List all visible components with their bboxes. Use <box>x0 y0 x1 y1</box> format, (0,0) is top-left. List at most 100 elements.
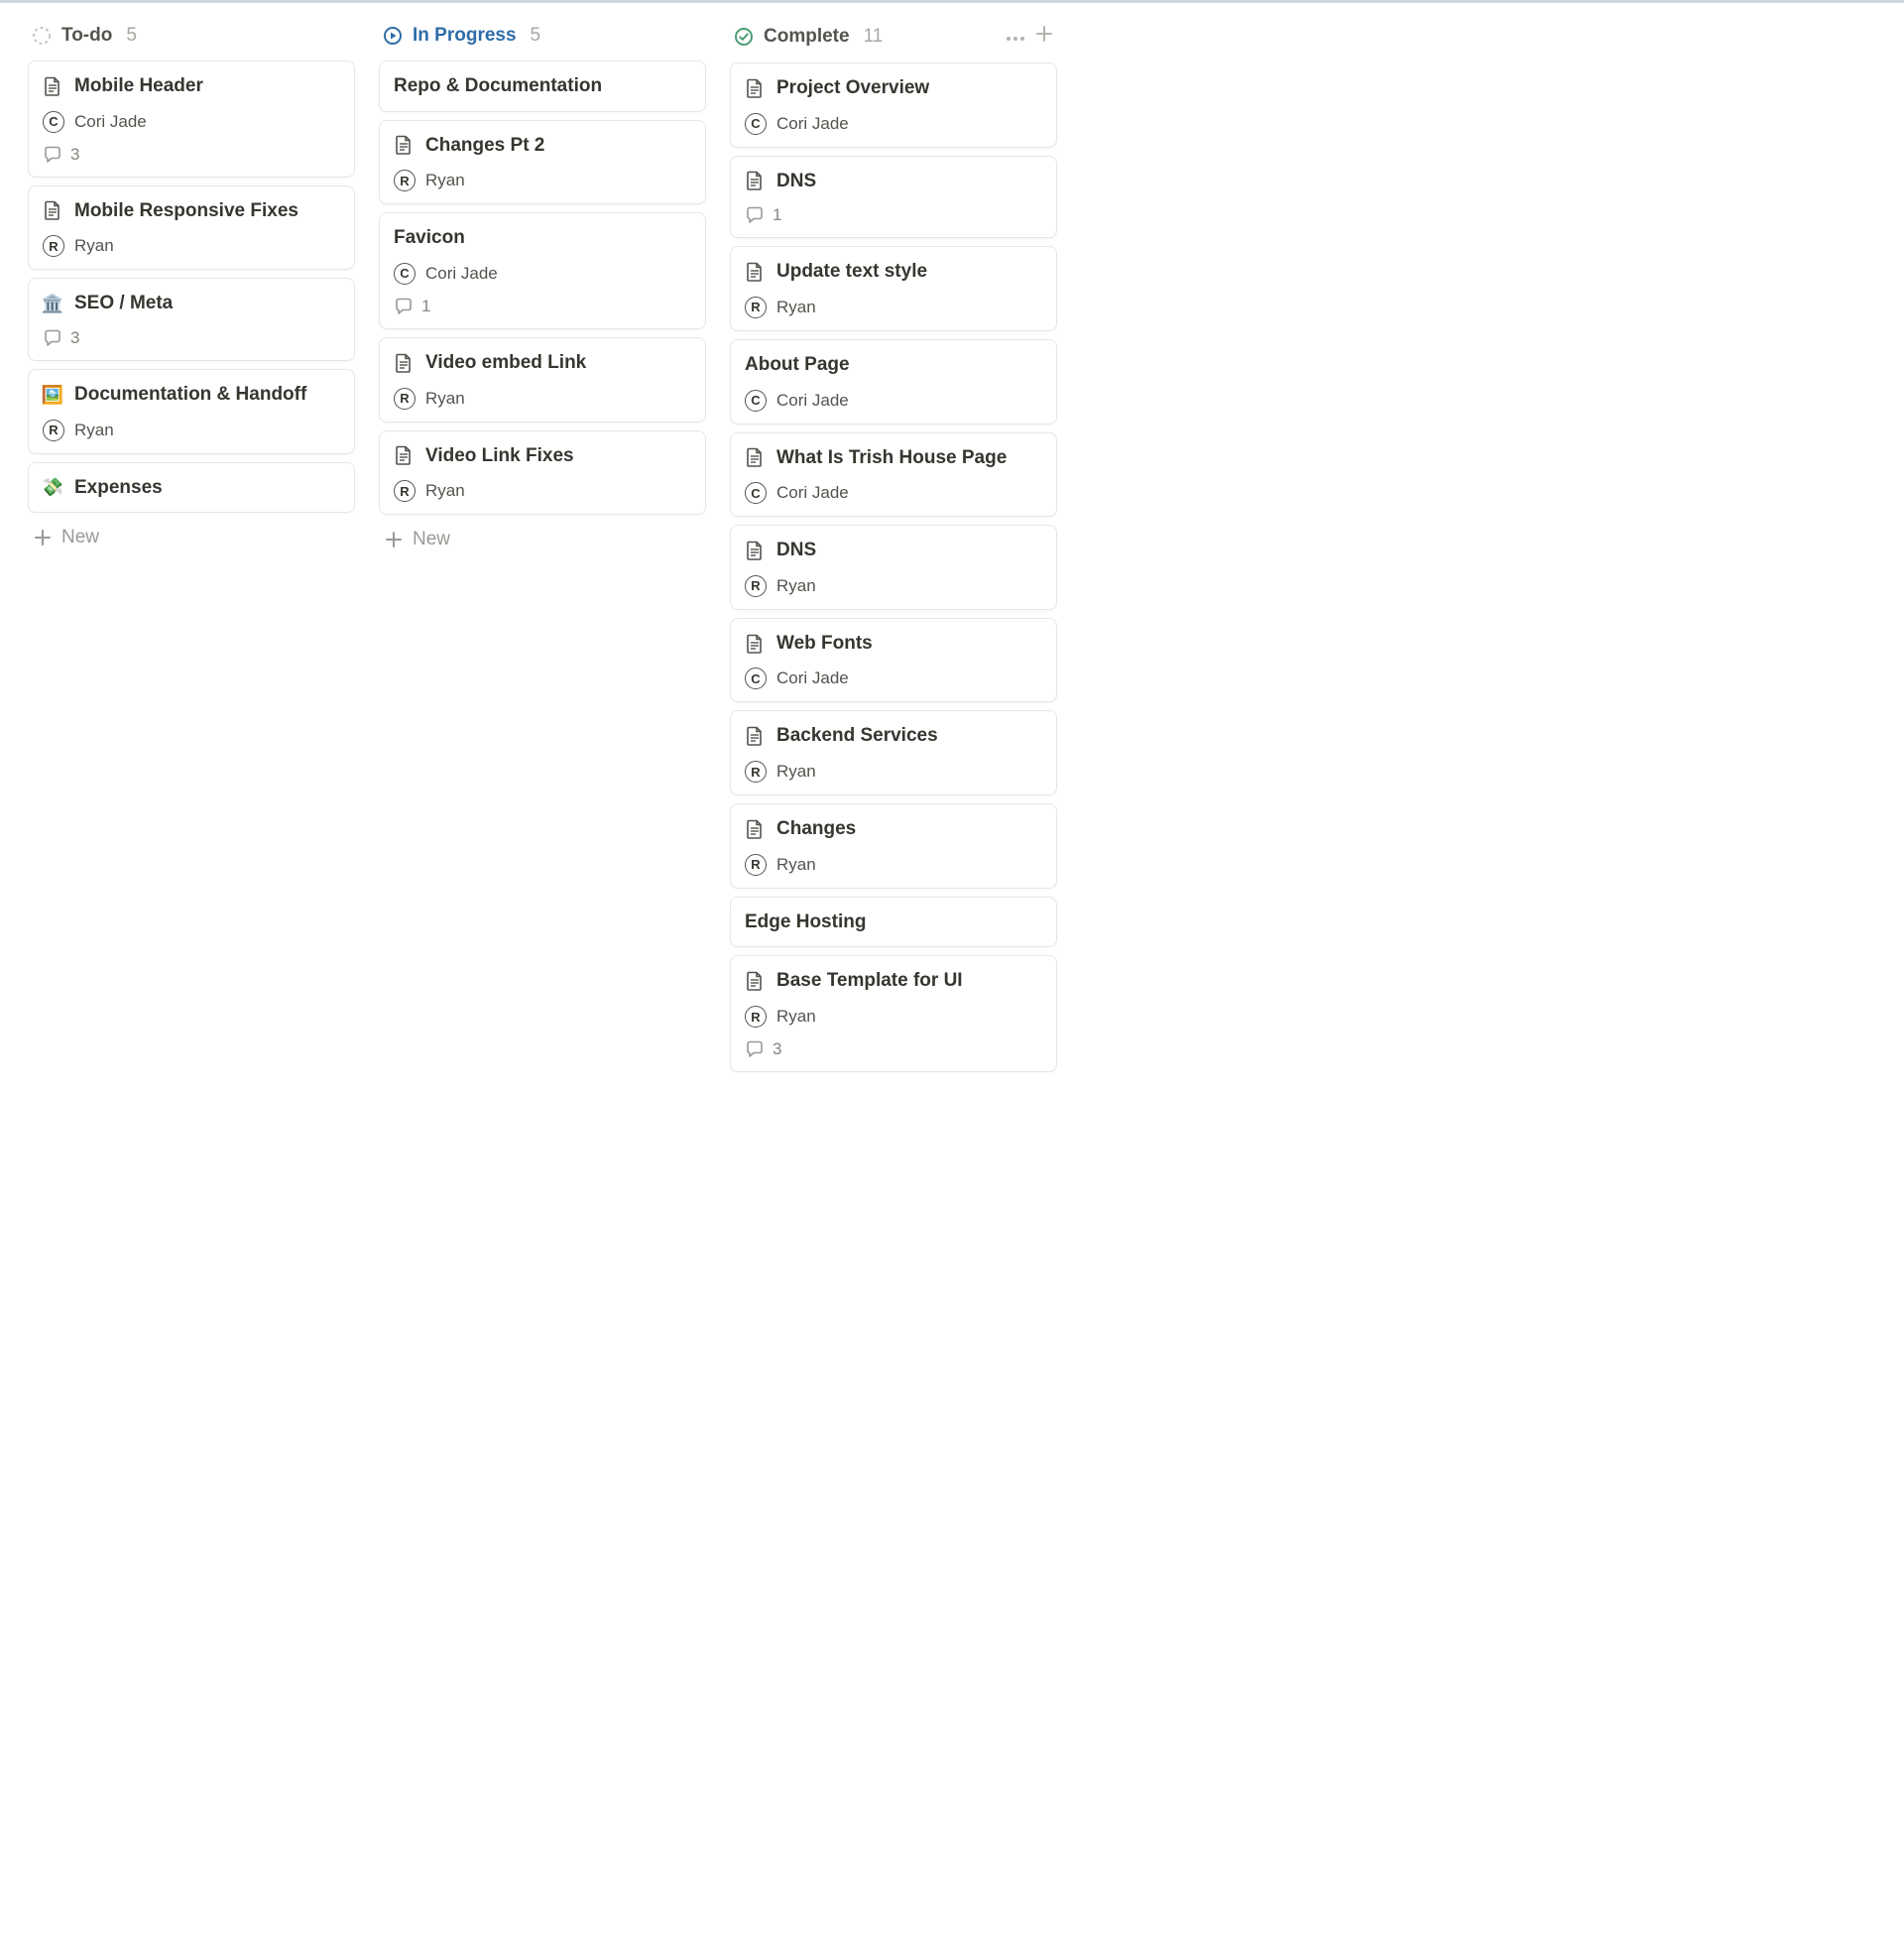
new-card-button[interactable]: New <box>379 515 706 554</box>
avatar: C <box>745 390 767 412</box>
card[interactable]: Video embed Link RRyan <box>379 337 706 423</box>
comment-count: 3 <box>773 1039 781 1059</box>
card-title-row: Favicon <box>394 225 691 251</box>
assignee-name: Ryan <box>74 236 114 256</box>
comment-row[interactable]: 3 <box>43 328 340 348</box>
page-icon <box>394 353 414 373</box>
avatar: C <box>43 111 64 133</box>
column-count: 5 <box>531 25 541 47</box>
card[interactable]: About Page C Cori Jade <box>730 339 1057 425</box>
card-title: Video Link Fixes <box>425 443 574 469</box>
card[interactable]: DNSRRyan <box>730 525 1057 610</box>
plus-icon <box>34 529 52 546</box>
card[interactable]: What Is Trish House PageCCori Jade <box>730 432 1057 518</box>
comment-row[interactable]: 1 <box>745 205 1042 225</box>
card[interactable]: DNS 1 <box>730 156 1057 239</box>
assignee-row: RRyan <box>394 388 691 410</box>
avatar: R <box>43 235 64 257</box>
avatar: R <box>745 1006 767 1028</box>
card-title: DNS <box>776 169 816 194</box>
card-title: Update text style <box>776 259 927 285</box>
avatar: C <box>745 113 767 135</box>
assignee-row: RRyan <box>745 854 1042 876</box>
column-header-inprogress[interactable]: In Progress5 <box>379 19 706 61</box>
card-title: Documentation & Handoff <box>74 382 306 408</box>
column-inprogress: In Progress5Repo & Documentation Changes… <box>379 19 706 554</box>
card[interactable]: Update text styleRRyan <box>730 246 1057 331</box>
assignee-name: Cori Jade <box>776 391 849 411</box>
complete-status-icon <box>734 27 754 47</box>
avatar: C <box>745 668 767 689</box>
kanban-board: To-do5 Mobile HeaderCCori Jade 3 Mobile … <box>0 0 1904 1132</box>
comment-row[interactable]: 3 <box>43 145 340 165</box>
emoji-icon: 🏛️ <box>43 294 62 313</box>
card[interactable]: FaviconCCori Jade 1 <box>379 212 706 329</box>
assignee-name: Ryan <box>776 855 816 875</box>
page-icon <box>745 171 765 190</box>
assignee-row: C Cori Jade <box>43 111 340 133</box>
card[interactable]: Project OverviewCCori Jade <box>730 62 1057 148</box>
emoji-icon: 💸 <box>43 477 62 497</box>
card-title: About Page <box>745 352 850 378</box>
avatar: R <box>745 761 767 783</box>
new-card-button[interactable]: New <box>28 513 355 552</box>
assignee-name: Ryan <box>776 762 816 782</box>
comment-count: 3 <box>70 328 79 348</box>
assignee-name: Cori Jade <box>776 483 849 503</box>
card[interactable]: Changes Pt 2 R Ryan <box>379 120 706 205</box>
avatar: R <box>394 170 416 191</box>
assignee-name: Ryan <box>425 171 465 190</box>
page-icon <box>43 200 62 220</box>
card-title-row: Web Fonts <box>745 631 1042 657</box>
assignee-name: Cori Jade <box>74 112 147 132</box>
card[interactable]: Video Link FixesRRyan <box>379 430 706 516</box>
column-header-todo[interactable]: To-do5 <box>28 19 355 61</box>
page-icon <box>394 445 414 465</box>
card-title: Expenses <box>74 475 163 501</box>
avatar: R <box>745 575 767 597</box>
assignee-row: RRyan <box>43 420 340 441</box>
page-icon <box>745 971 765 991</box>
page-icon <box>745 78 765 98</box>
column-title: Complete <box>764 26 850 48</box>
card[interactable]: Web FontsCCori Jade <box>730 618 1057 703</box>
assignee-row: R Ryan <box>394 170 691 191</box>
card-title-row: 🖼️Documentation & Handoff <box>43 382 340 408</box>
column-title: To-do <box>61 25 112 47</box>
comment-count: 3 <box>70 145 79 165</box>
card[interactable]: Base Template for UIRRyan 3 <box>730 955 1057 1072</box>
card-title-row: About Page <box>745 352 1042 378</box>
card-title: Changes <box>776 816 856 842</box>
card[interactable]: 💸 Expenses <box>28 462 355 514</box>
card-title: Favicon <box>394 225 465 251</box>
assignee-name: Ryan <box>776 576 816 596</box>
new-label: New <box>61 527 99 548</box>
card[interactable]: 🖼️Documentation & Handoff RRyan <box>28 369 355 454</box>
column-header-complete[interactable]: Complete11 <box>730 19 1057 62</box>
card[interactable]: Backend Services R Ryan <box>730 710 1057 795</box>
card[interactable]: Repo & Documentation <box>379 61 706 112</box>
card[interactable]: Edge Hosting <box>730 897 1057 948</box>
more-icon[interactable] <box>1006 26 1025 48</box>
assignee-name: Ryan <box>776 298 816 317</box>
card-title-row: Changes Pt 2 <box>394 133 691 159</box>
page-icon <box>745 634 765 654</box>
card-title: Mobile Responsive Fixes <box>74 198 298 224</box>
card[interactable]: 🏛️SEO / Meta 3 <box>28 278 355 361</box>
comment-icon <box>43 145 62 165</box>
card-title-row: Backend Services <box>745 723 1042 749</box>
page-icon <box>394 135 414 155</box>
card-title-row: 🏛️SEO / Meta <box>43 291 340 316</box>
card[interactable]: Mobile Responsive Fixes R Ryan <box>28 185 355 271</box>
assignee-name: Ryan <box>776 1007 816 1027</box>
card-title-row: Video embed Link <box>394 350 691 376</box>
card-title: Edge Hosting <box>745 910 866 935</box>
card[interactable]: Changes RRyan <box>730 803 1057 889</box>
card-title: Project Overview <box>776 75 929 101</box>
card[interactable]: Mobile HeaderCCori Jade 3 <box>28 61 355 178</box>
card-title-row: What Is Trish House Page <box>745 445 1042 471</box>
comment-row[interactable]: 1 <box>394 297 691 316</box>
comment-row[interactable]: 3 <box>745 1039 1042 1059</box>
avatar: R <box>394 480 416 502</box>
add-card-icon[interactable] <box>1035 25 1053 49</box>
